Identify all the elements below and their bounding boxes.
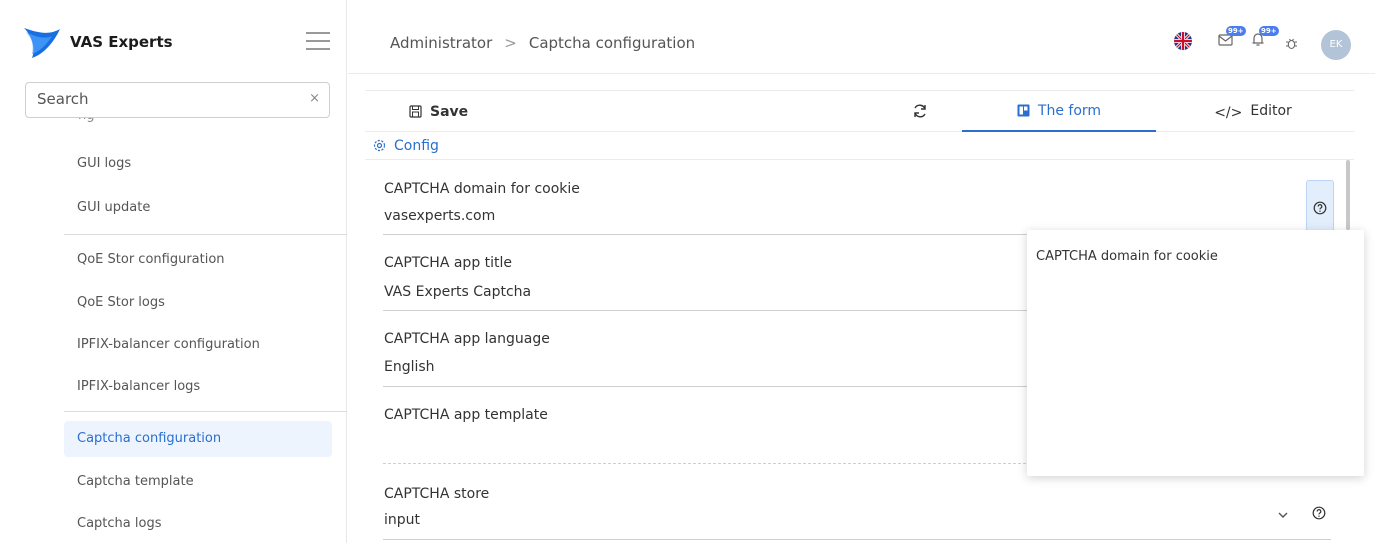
tooltip-text: CAPTCHA domain for cookie (1036, 249, 1218, 264)
sidebar-item-gui-update[interactable]: GUI update (64, 190, 332, 226)
field-label-captcha-app-template: CAPTCHA app template (384, 407, 548, 423)
brand-name: VAS Experts (70, 33, 173, 51)
section-divider (365, 159, 1354, 160)
top-header: Administrator > Captcha configuration 99+ … (348, 12, 1375, 74)
sidebar-item-captcha-logs[interactable]: Captcha logs (64, 506, 332, 542)
captcha-app-language-input[interactable]: English (384, 359, 435, 375)
sidebar-item-gui-logs[interactable]: GUI logs (64, 146, 332, 182)
breadcrumb-current: Captcha configuration (528, 34, 696, 52)
field-label-captcha-store: CAPTCHA store (384, 486, 490, 502)
search-input[interactable] (37, 90, 297, 108)
gear-icon (373, 139, 386, 152)
captcha-app-title-input[interactable]: VAS Experts Captcha (384, 284, 531, 300)
code-icon: </> (1214, 105, 1243, 121)
breadcrumb-administrator[interactable]: Administrator (390, 34, 492, 52)
chevron-right-icon: > (504, 34, 517, 52)
uk-flag-icon[interactable] (1174, 32, 1192, 50)
field-underline (383, 539, 1331, 540)
help-icon[interactable] (1312, 506, 1326, 520)
field-label-captcha-domain: CAPTCHA domain for cookie (384, 181, 580, 197)
toolbar: Save The form </> Editor (365, 90, 1354, 132)
sidebar: VAS Experts × ng GUI logs GUI update QoE… (0, 0, 347, 543)
messages-icon[interactable]: 99+ (1218, 26, 1246, 51)
avatar[interactable]: EK (1321, 30, 1351, 60)
search-box: × (25, 82, 330, 118)
field-label-captcha-app-language: CAPTCHA app language (384, 331, 550, 347)
config-section-header[interactable]: Config (373, 138, 439, 154)
sidebar-item-ipfix-balancer-configuration[interactable]: IPFIX-balancer configuration (64, 327, 332, 363)
form-icon (1017, 104, 1030, 117)
refresh-icon[interactable] (912, 103, 928, 123)
tab-the-form[interactable]: The form (962, 91, 1156, 132)
sidebar-item-captcha-configuration[interactable]: Captcha configuration (64, 421, 332, 457)
sidebar-item-ipfix-balancer-logs[interactable]: IPFIX-balancer logs (64, 369, 332, 405)
notifications-badge: 99+ (1259, 26, 1279, 36)
save-icon (409, 105, 422, 118)
help-icon (1313, 201, 1327, 215)
vas-logo-icon (24, 28, 60, 58)
help-tooltip: CAPTCHA domain for cookie (1027, 230, 1364, 476)
notifications-icon[interactable]: 99+ (1251, 26, 1279, 51)
bug-icon[interactable] (1285, 35, 1298, 54)
tab-editor-label: Editor (1250, 103, 1292, 119)
sidebar-item-captcha-template[interactable]: Captcha template (64, 464, 332, 500)
save-label: Save (430, 104, 469, 120)
scrollbar[interactable] (1346, 160, 1350, 230)
brand: VAS Experts (0, 12, 347, 74)
captcha-domain-input[interactable]: vasexperts.com (384, 208, 495, 224)
clear-search-icon[interactable]: × (309, 91, 320, 106)
field-label-captcha-app-title: CAPTCHA app title (384, 255, 513, 271)
save-button[interactable]: Save (409, 104, 468, 120)
nav-divider (64, 234, 347, 235)
captcha-store-select[interactable]: input (384, 512, 420, 528)
app-root: VAS Experts × ng GUI logs GUI update QoE… (0, 0, 1375, 543)
config-section-title: Config (394, 138, 439, 154)
messages-badge: 99+ (1226, 26, 1246, 36)
nav-divider (64, 411, 347, 412)
clipped-nav-item: ng (78, 118, 118, 130)
sidebar-item-qoe-stor-logs[interactable]: QoE Stor logs (64, 285, 332, 321)
chevron-down-icon[interactable] (1278, 512, 1288, 519)
sidebar-item-qoe-stor-configuration[interactable]: QoE Stor configuration (64, 242, 332, 278)
menu-toggle-icon[interactable] (306, 32, 330, 50)
tab-the-form-label: The form (1037, 103, 1102, 119)
tab-editor[interactable]: </> Editor (1156, 91, 1350, 132)
breadcrumb: Administrator > Captcha configuration (390, 34, 695, 52)
